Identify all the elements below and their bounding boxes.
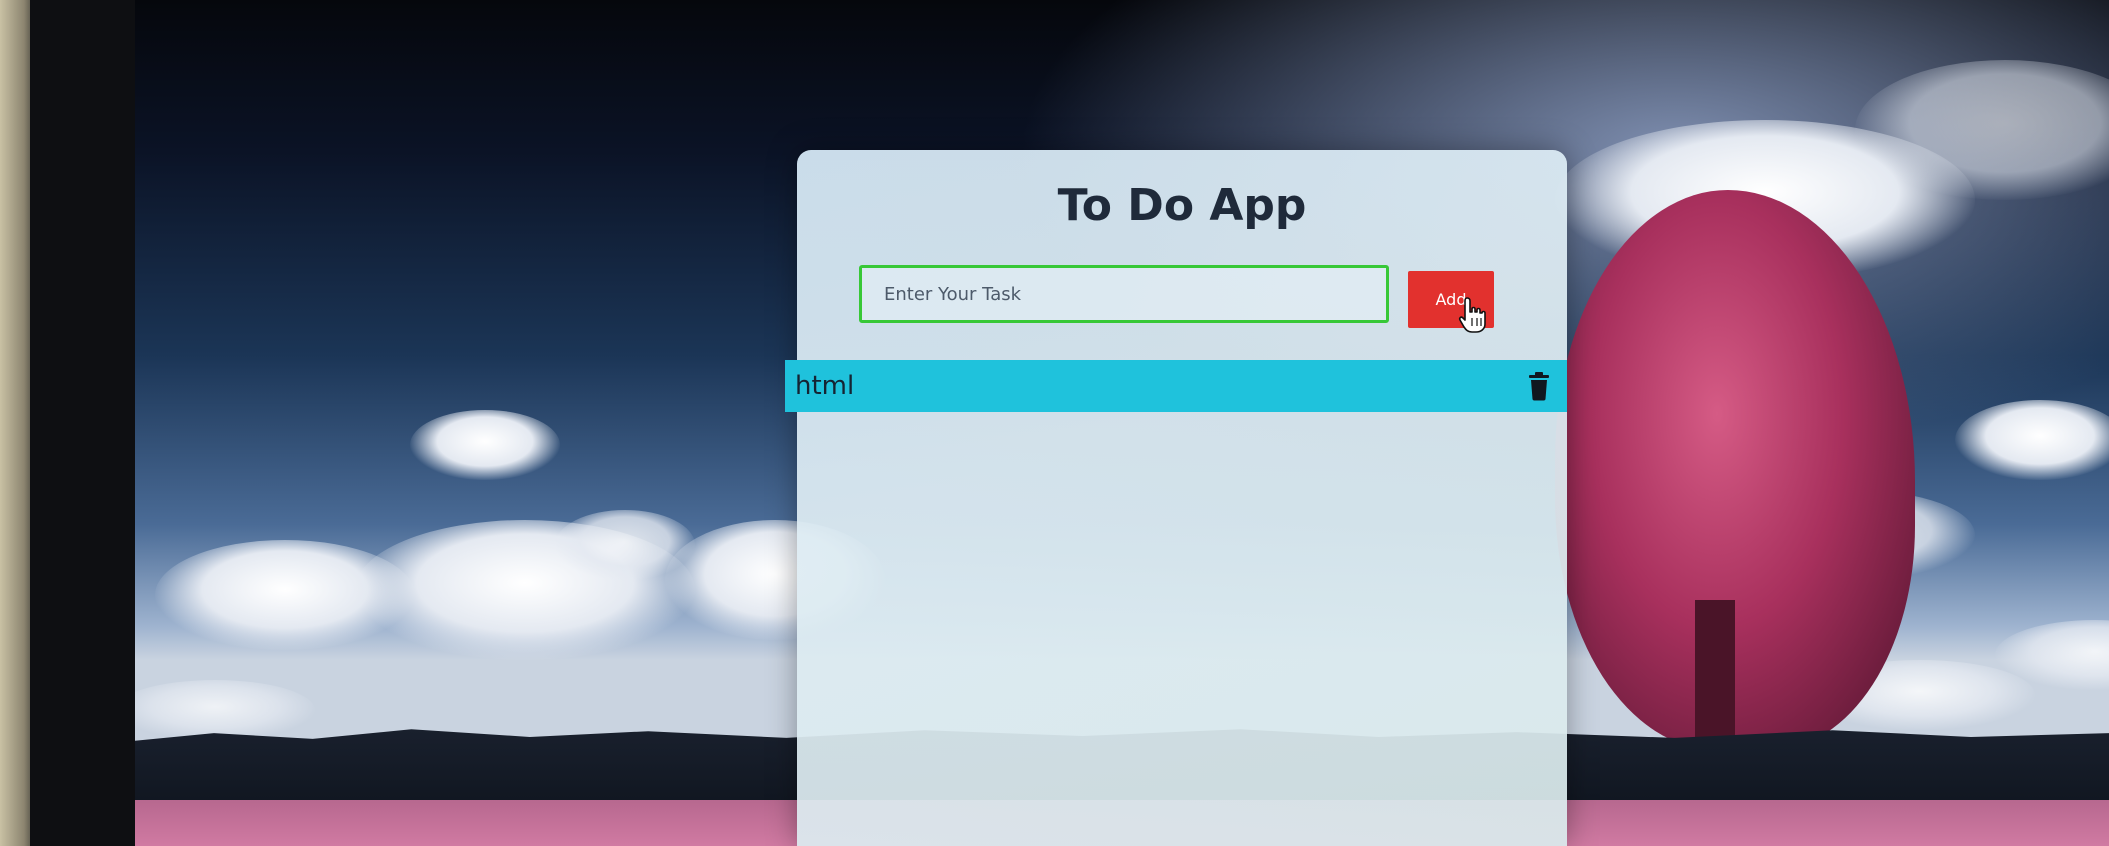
todo-app-card: To Do App Add html — [785, 150, 1567, 846]
cloud — [1955, 400, 2109, 480]
hand-pointer-icon — [1458, 297, 1486, 333]
task-label: html — [795, 371, 855, 401]
task-item: html — [785, 360, 1567, 412]
trash-icon[interactable] — [1527, 371, 1551, 401]
app-title: To Do App — [1057, 180, 1307, 231]
cloud — [135, 680, 315, 740]
tree-wallpaper — [1555, 190, 1915, 750]
task-input[interactable] — [859, 265, 1389, 323]
cloud — [410, 410, 560, 480]
task-list: html — [785, 360, 1567, 412]
